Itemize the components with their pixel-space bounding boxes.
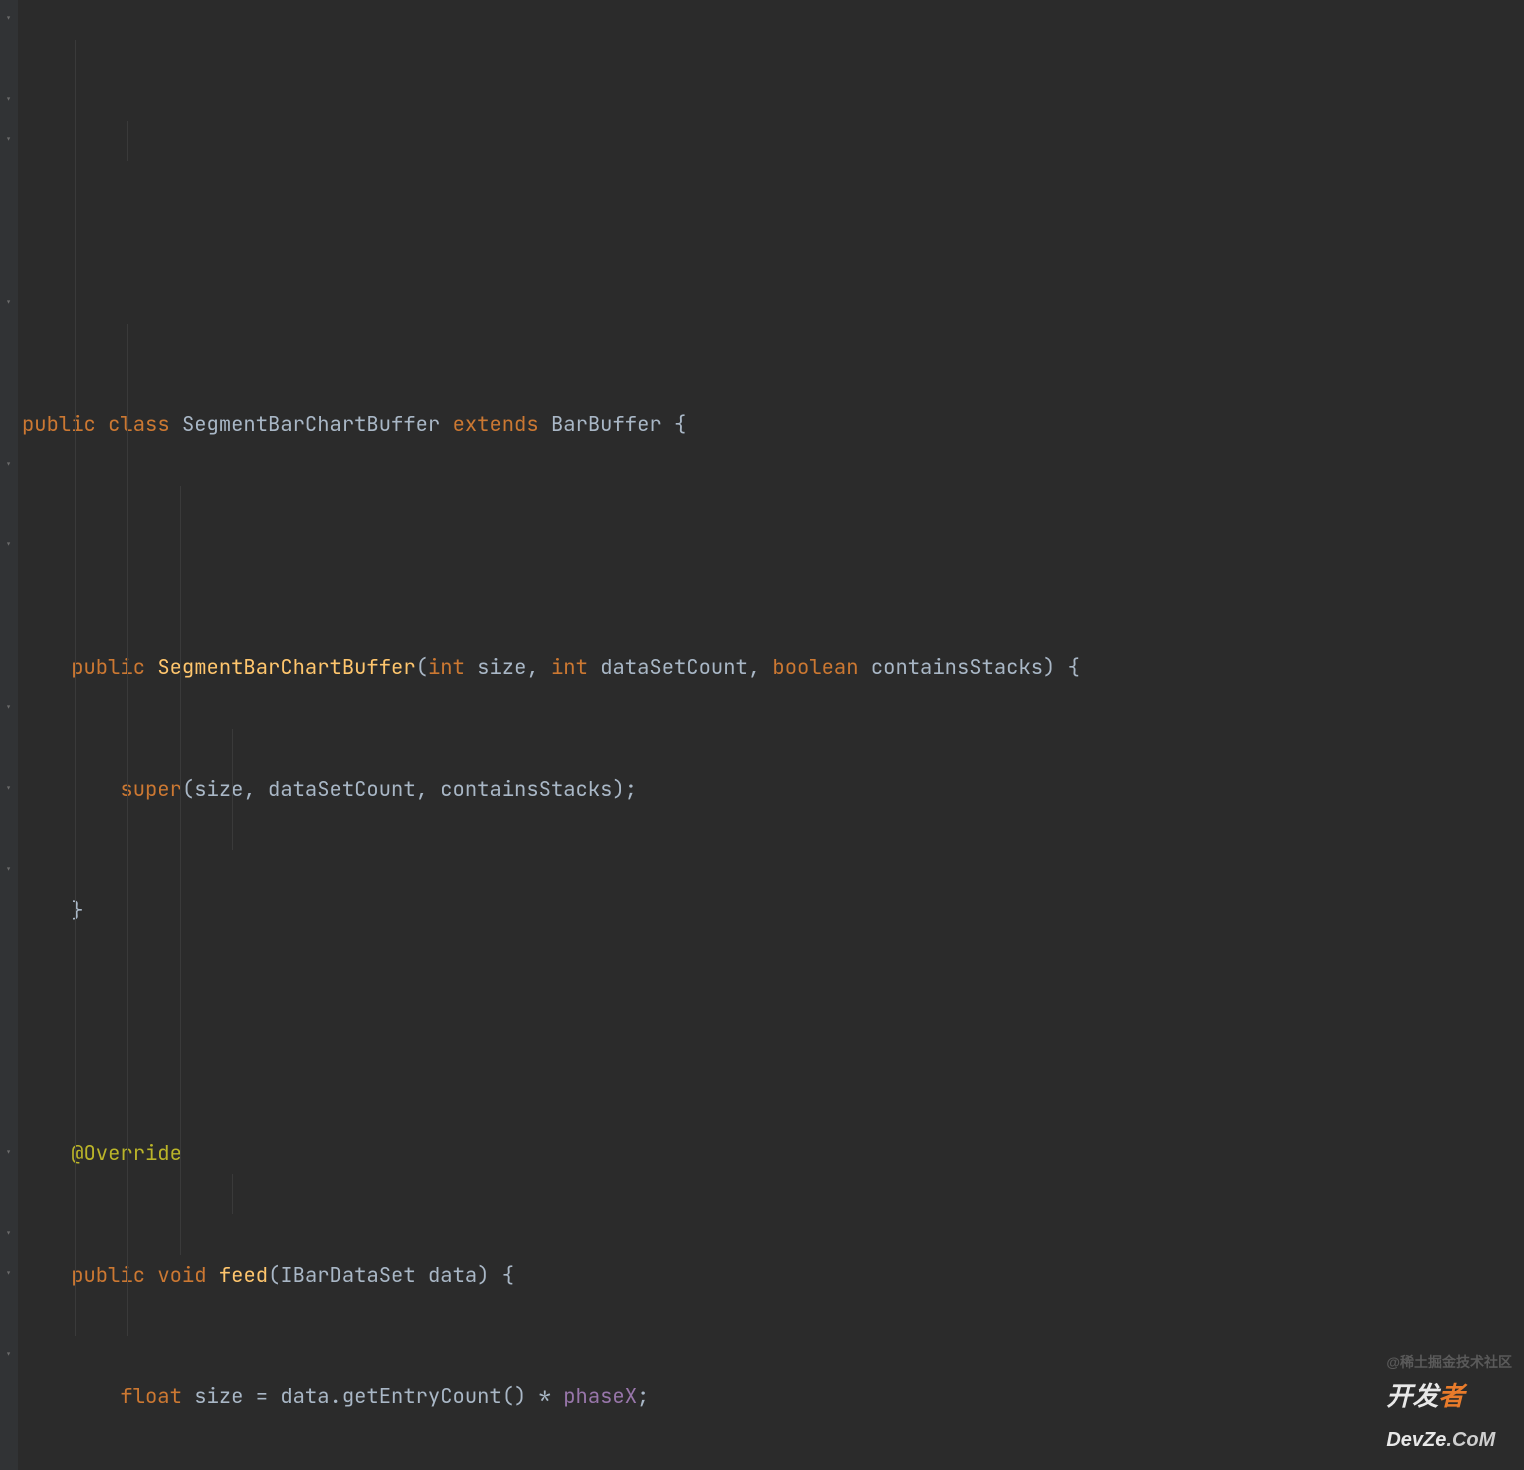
code-line	[18, 527, 1524, 568]
fold-icon[interactable]	[3, 1229, 14, 1240]
code-line: float size = data.getEntryCount() * phas…	[18, 1377, 1524, 1418]
fold-icon[interactable]	[3, 14, 14, 25]
code-editor[interactable]: public class SegmentBarChartBuffer exten…	[0, 0, 1524, 1470]
fold-icon[interactable]	[3, 865, 14, 876]
code-line: public void feed(IBarDataSet data) {	[18, 1256, 1524, 1297]
fold-icon[interactable]	[3, 460, 14, 471]
fold-icon[interactable]	[3, 95, 14, 106]
watermark-text: 者	[1438, 1381, 1464, 1411]
code-line: }	[18, 891, 1524, 932]
code-line: super(size, dataSetCount, containsStacks…	[18, 770, 1524, 811]
code-area[interactable]: public class SegmentBarChartBuffer exten…	[18, 0, 1524, 1470]
fold-icon[interactable]	[3, 1148, 14, 1159]
fold-icon[interactable]	[3, 298, 14, 309]
code-line: public class SegmentBarChartBuffer exten…	[18, 405, 1524, 446]
fold-icon[interactable]	[3, 1269, 14, 1280]
fold-icon[interactable]	[3, 1350, 14, 1361]
watermark-attribution: @稀土掘金技术社区	[1386, 1342, 1512, 1383]
watermark: @稀土掘金技术社区 开发者 DevZe.CoM	[1386, 1342, 1512, 1461]
fold-icon[interactable]	[3, 784, 14, 795]
fold-icon[interactable]	[3, 135, 14, 146]
code-line: @Override	[18, 1134, 1524, 1175]
fold-icon[interactable]	[3, 703, 14, 714]
watermark-text: 开发	[1386, 1381, 1438, 1411]
code-line: public SegmentBarChartBuffer(int size, i…	[18, 648, 1524, 689]
gutter	[0, 0, 18, 1470]
fold-icon[interactable]	[3, 540, 14, 551]
code-line	[18, 1013, 1524, 1054]
